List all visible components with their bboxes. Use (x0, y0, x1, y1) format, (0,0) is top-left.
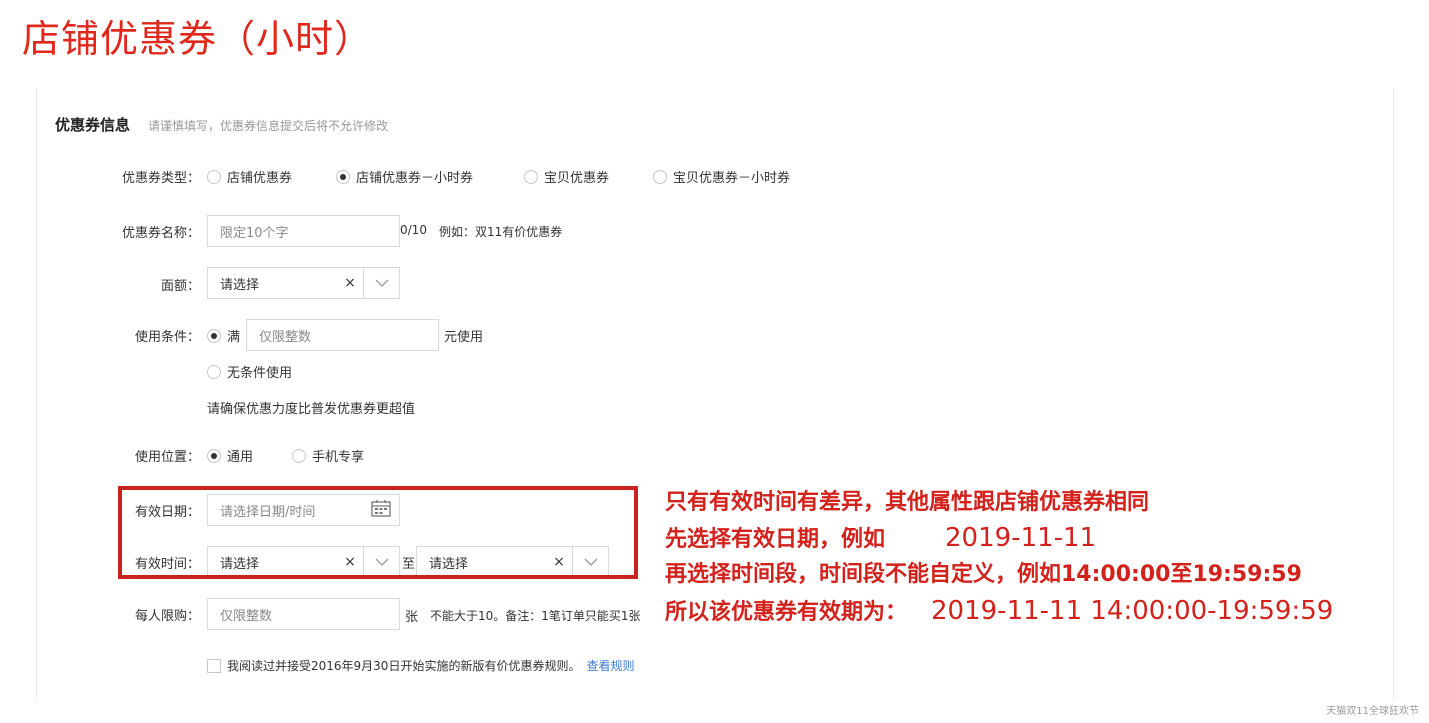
coupon-type-label: 优惠券类型： (121, 171, 200, 186)
annotation-line-2-prefix: 先选择有效日期，例如 (665, 527, 886, 552)
per-person-limit-note: 不能大于10。备注：1笔订单只能买1张 (430, 609, 641, 623)
use-condition-placeholder: 仅限整数 (259, 329, 312, 345)
agreement-checkbox[interactable] (207, 658, 221, 673)
per-person-limit-label: 每人限购： (134, 609, 200, 624)
annotation-line-2-value: 2019-11-11 (945, 523, 1097, 553)
coupon-name-placeholder: 限定10个字 (220, 225, 289, 241)
radio-icon[interactable] (524, 169, 538, 184)
per-person-limit-placeholder: 仅限整数 (220, 608, 273, 624)
highlight-box (118, 486, 638, 579)
annotation-line-1: 只有有效时间有差异，其他属性跟店铺优惠券相同 (665, 490, 1150, 515)
coupon-name-input[interactable]: 限定10个字 (207, 215, 400, 247)
use-location-label: 使用位置： (134, 450, 200, 465)
annotation-line-4-prefix: 所以该优惠券有效期为： (665, 600, 908, 625)
face-value-label: 面额： (160, 279, 200, 294)
use-condition-none-option[interactable]: 无条件使用 (207, 362, 292, 381)
annotation-line-2: 先选择有效日期，例如 2019-11-11 (665, 523, 1096, 555)
section-header: 优惠券信息 请谨慎填写，优惠券信息提交后将不允许修改 (55, 114, 388, 135)
radio-icon[interactable] (653, 169, 667, 184)
view-rules-link[interactable]: 查看规则 (586, 657, 634, 674)
clear-icon[interactable]: × (337, 275, 363, 291)
per-person-limit-unit: 张 (405, 610, 419, 625)
coupon-name-counter: 0/10 (400, 223, 427, 237)
radio-selected-icon[interactable] (207, 328, 221, 343)
use-condition-amount-input[interactable]: 仅限整数 (246, 319, 439, 351)
coupon-type-option-shop[interactable]: 店铺优惠券 (207, 167, 292, 186)
use-condition-suffix: 元使用 (444, 330, 484, 345)
chevron-down-icon[interactable] (363, 268, 399, 298)
section-hint: 请谨慎填写，优惠券信息提交后将不允许修改 (148, 119, 389, 133)
watermark: 天猫双11全球狂欢节 (1326, 706, 1419, 717)
annotation-line-3: 再选择时间段，时间段不能自定义，例如14:00:00至19:59:59 (665, 562, 1302, 587)
radio-icon[interactable] (207, 169, 221, 184)
per-person-limit-input[interactable]: 仅限整数 (207, 598, 400, 630)
section-title: 优惠券信息 (55, 116, 131, 134)
face-value-selected: 请选择 (220, 277, 260, 293)
face-value-select[interactable]: 请选择 × (207, 267, 400, 299)
use-location-general-option[interactable]: 通用 (207, 446, 253, 465)
agreement-row: 我阅读过并接受2016年9月30日开始实施的新版有价优惠券规则。 查看规则 (207, 657, 634, 674)
coupon-type-option-item[interactable]: 宝贝优惠券 (524, 167, 609, 186)
use-condition-full-option[interactable]: 满 (207, 326, 240, 345)
coupon-type-option-item-hourly[interactable]: 宝贝优惠券－小时券 (653, 167, 790, 186)
radio-icon[interactable] (207, 364, 221, 379)
radio-selected-icon[interactable] (336, 169, 350, 184)
use-location-mobile-option[interactable]: 手机专享 (292, 446, 364, 465)
radio-selected-icon[interactable] (207, 448, 221, 463)
coupon-name-example: 例如：双11有价优惠券 (439, 225, 563, 239)
use-condition-hint: 请确保优惠力度比普发优惠券更超值 (207, 402, 416, 417)
coupon-name-label: 优惠券名称： (121, 226, 200, 241)
use-condition-label: 使用条件： (134, 330, 200, 345)
coupon-type-option-shop-hourly[interactable]: 店铺优惠券－小时券 (336, 167, 473, 186)
agreement-text: 我阅读过并接受2016年9月30日开始实施的新版有价优惠券规则。 (227, 659, 581, 673)
annotation-line-4: 所以该优惠券有效期为： 2019-11-11 14:00:00-19:59:59 (665, 596, 1333, 628)
annotation-line-4-value: 2019-11-11 14:00:00-19:59:59 (931, 596, 1334, 626)
radio-icon[interactable] (292, 448, 306, 463)
slide-title: 店铺优惠券（小时） (22, 17, 374, 61)
